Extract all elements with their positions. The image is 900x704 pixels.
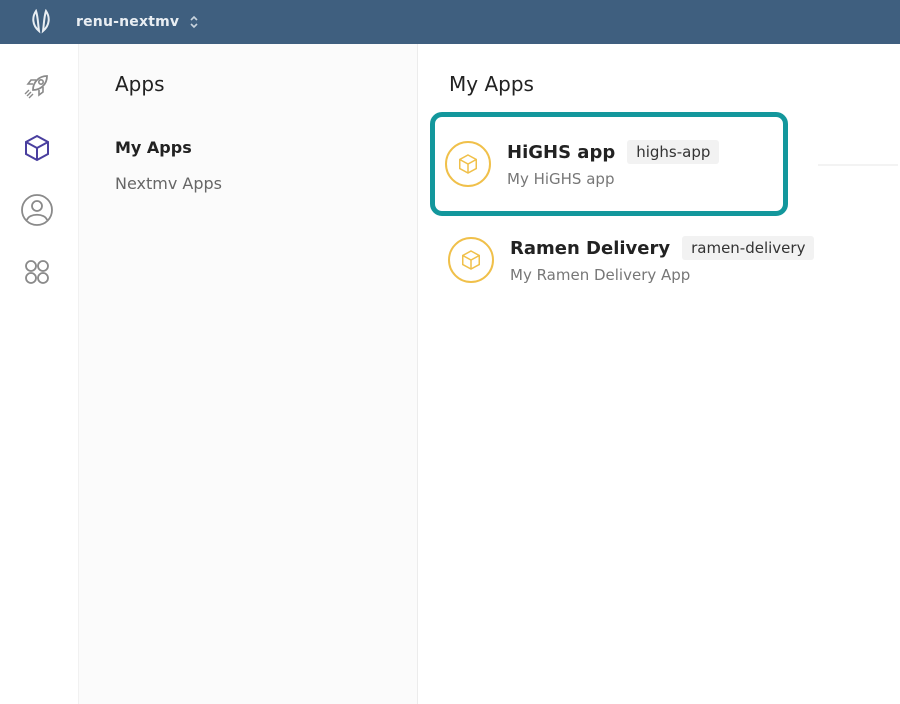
app-id-badge: highs-app [627,140,720,164]
app-avatar [445,141,491,187]
rail-item-apps[interactable] [19,130,55,166]
divider [818,164,898,166]
rail-item-account[interactable] [19,192,55,228]
user-circle-icon [21,194,53,226]
org-name[interactable]: renu-nextmv [76,14,179,30]
cube-icon [25,134,49,162]
app-name: Ramen Delivery [510,237,671,259]
cube-icon [459,154,477,174]
apps-subnav: Apps My Apps Nextmv Apps [79,44,418,704]
grid-circles-icon [25,260,49,284]
chevron-updown-icon[interactable] [189,15,199,29]
rail-item-marketplace[interactable] [19,254,55,290]
top-bar: renu-nextmv [0,0,900,44]
app-description: My HiGHS app [507,170,615,188]
app-card-ramen-delivery[interactable]: Ramen Delivery ramen-delivery My Ramen D… [438,222,878,298]
app-id-badge: ramen-delivery [682,236,815,260]
subnav-item-nextmv-apps[interactable]: Nextmv Apps [115,174,222,193]
app-description: My Ramen Delivery App [510,266,691,284]
rocket-icon [24,75,48,99]
icon-rail [0,44,79,704]
nextmv-logo-icon[interactable] [30,9,52,35]
page-title: My Apps [449,72,534,96]
rail-item-rocket[interactable] [19,68,55,104]
cube-icon [462,250,480,270]
app-avatar [448,237,494,283]
subnav-title: Apps [115,72,165,96]
app-name: HiGHS app [507,141,616,163]
subnav-item-my-apps[interactable]: My Apps [115,138,192,157]
main-content: My Apps HiGHS app highs-app My HiGHS app [418,44,900,704]
app-card-highs-app[interactable]: HiGHS app highs-app My HiGHS app [430,112,788,216]
